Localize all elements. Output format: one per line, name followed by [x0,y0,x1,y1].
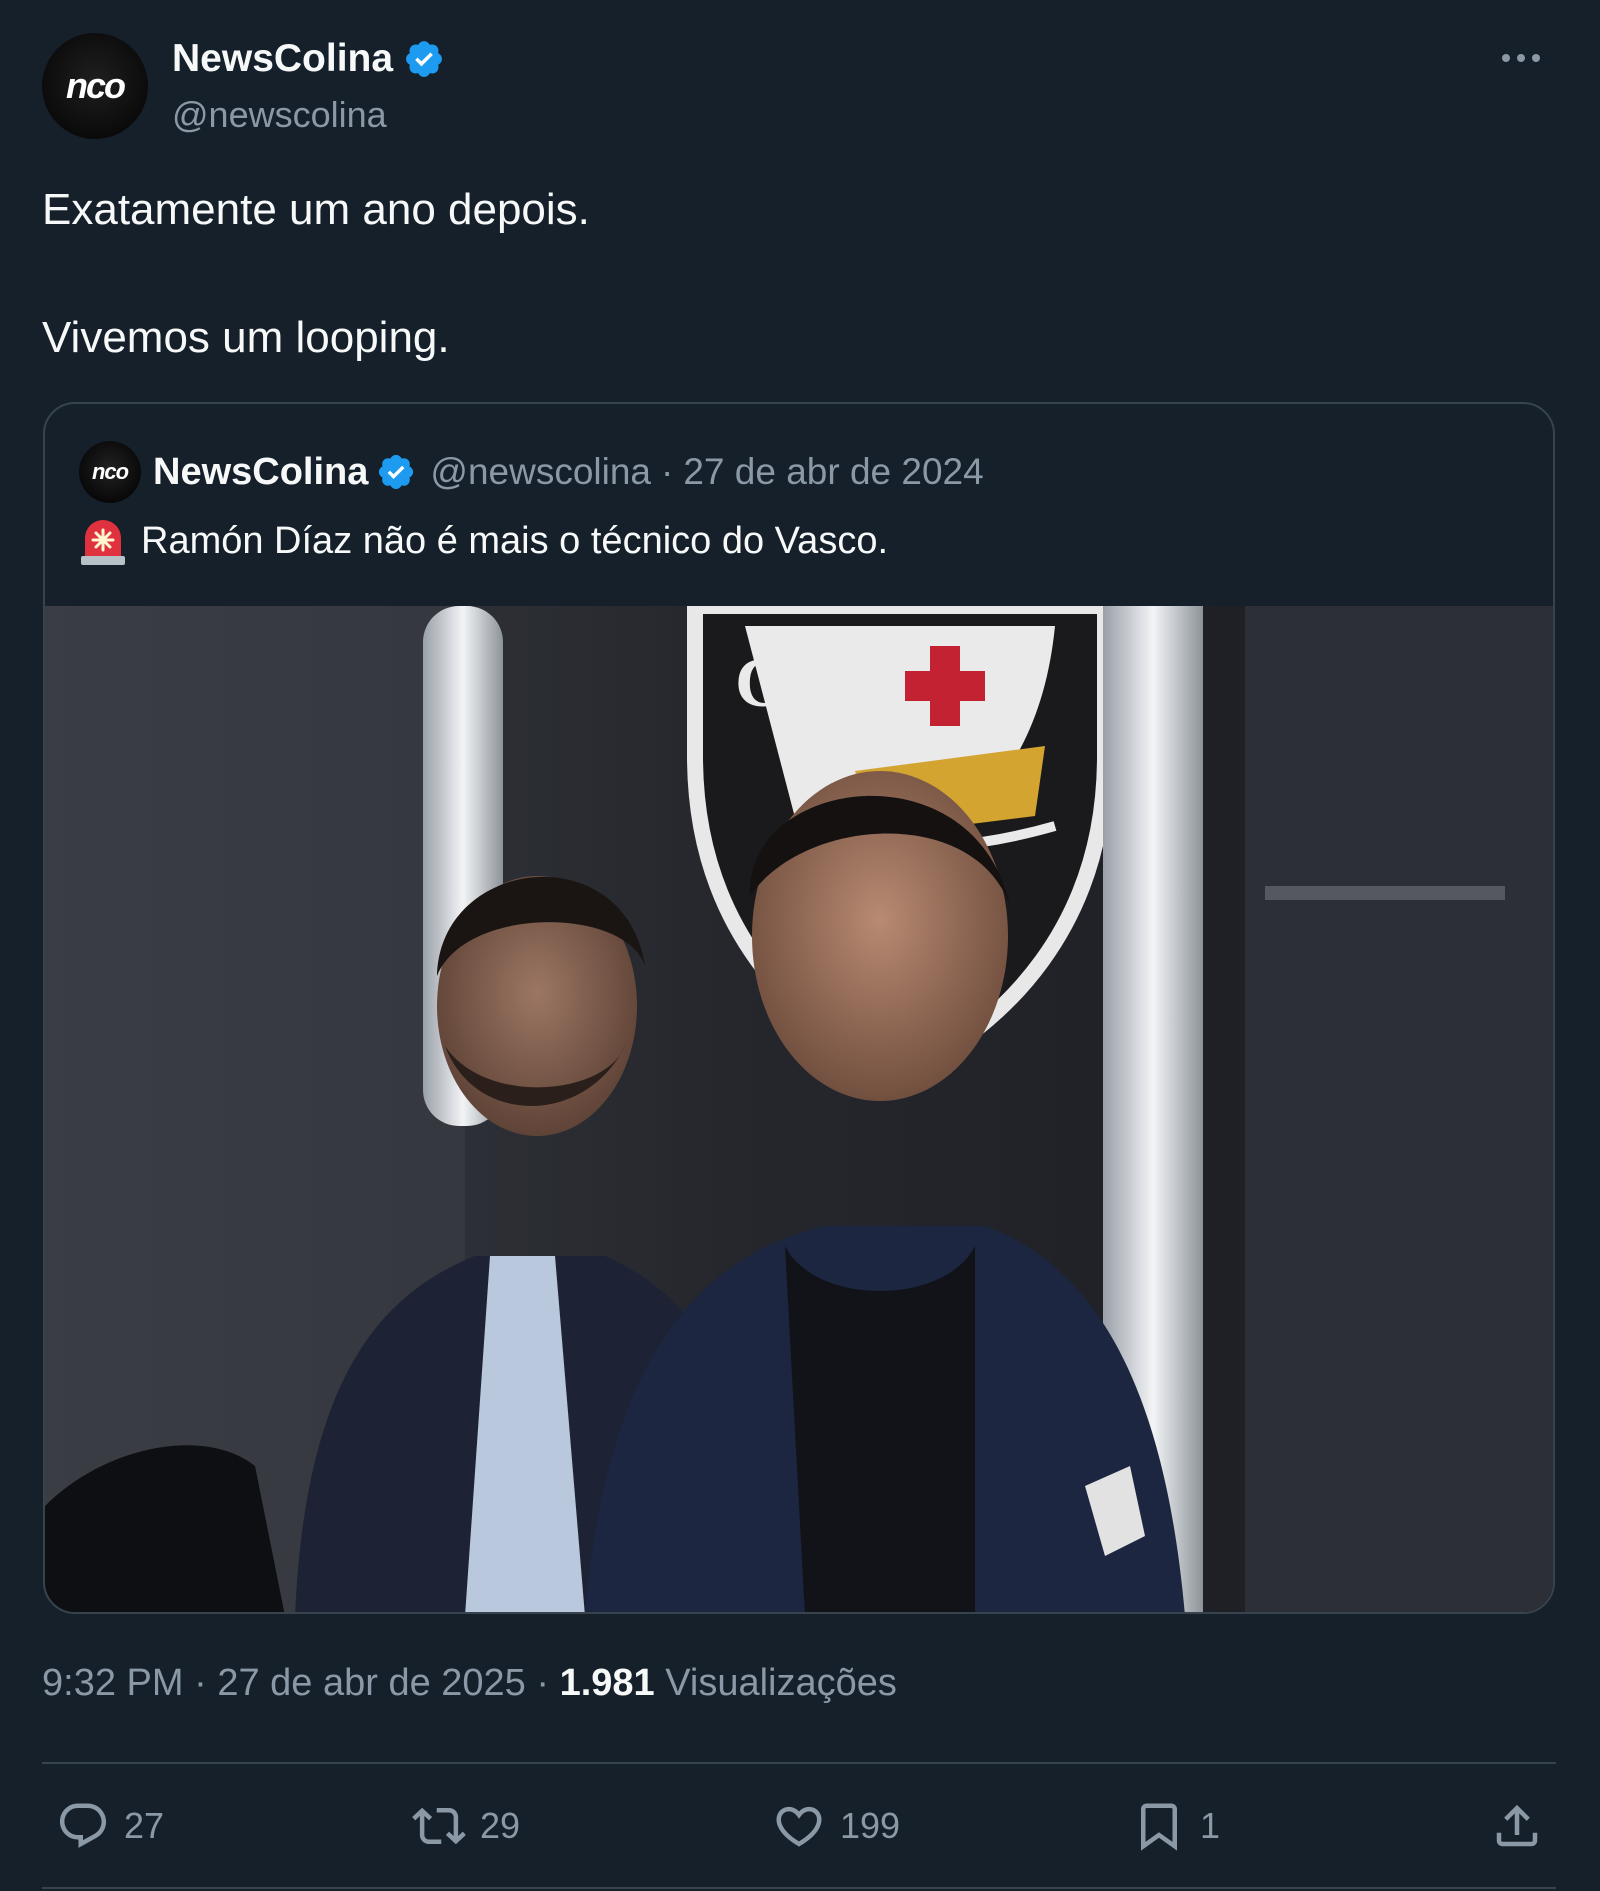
tweet-text: Exatamente um ano depois. Vivemos um loo… [42,178,1542,370]
like-count: 199 [840,1805,901,1846]
more-options-button[interactable] [1497,40,1545,76]
tweet-meta: 9:32 PM · 27 de abr de 2025 · 1.981 Visu… [42,1662,897,1705]
avatar-logo-text: nco [91,459,129,484]
views-count: 1.981 [559,1662,655,1704]
tweet: nco NewsColina @newscolina Exatamente um… [0,0,1600,1891]
author-info: NewsColina @newscolina [172,34,445,136]
retweet-count: 29 [480,1805,521,1846]
avatar-logo-text: nco [65,65,126,106]
tweet-date[interactable]: 27 de abr de 2025 [217,1662,526,1704]
share-icon [1496,1804,1538,1847]
action-bar: 27 29 199 1 [0,1790,1600,1862]
quoted-tweet-date: 27 de abr de 2024 [683,451,984,492]
bookmark-count: 1 [1200,1805,1221,1846]
police-siren-emoji-icon [81,520,125,565]
views-label: Visualizações [665,1662,897,1704]
author-display-name[interactable]: NewsColina [172,37,393,81]
quoted-tweet-card[interactable]: nco NewsColina @newscolina · 27 de abr d… [43,402,1555,1614]
coaches-photo-illustration: CR [45,606,1553,1612]
divider [42,1762,1556,1764]
bookmark-button[interactable]: 1 [1132,1790,1220,1862]
quoted-tweet-header: nco NewsColina @newscolina · 27 de abr d… [79,440,984,504]
quoted-tweet-text: Ramón Díaz não é mais o técnico do Vasco… [141,519,889,562]
verified-badge-icon [406,41,442,77]
share-button[interactable] [1490,1790,1544,1862]
reply-count: 27 [124,1805,165,1846]
tweet-text-line: Vivemos um looping. [42,313,450,362]
heart-icon [776,1806,822,1847]
more-icon [1502,54,1540,62]
author-avatar[interactable]: nco [42,33,148,139]
quoted-author-handle: @newscolina [430,451,651,492]
author-handle[interactable]: @newscolina [172,94,445,136]
verified-badge-icon [379,454,414,490]
tweet-time[interactable]: 9:32 PM [42,1662,184,1704]
separator-dot: · [536,1662,550,1704]
like-button[interactable]: 199 [772,1790,900,1862]
quoted-author-name: NewsColina [153,450,369,493]
separator-dot: · [661,451,674,492]
quoted-tweet-text-row: Ramón Díaz não é mais o técnico do Vasco… [79,516,888,566]
retweet-button[interactable]: 29 [412,1790,520,1862]
bookmark-icon [1141,1803,1177,1851]
quoted-author-avatar: nco [79,441,141,503]
tweet-text-line: Exatamente um ano depois. [42,185,590,234]
svg-text:CR: CR [735,645,838,722]
retweet-icon [412,1807,466,1845]
reply-button[interactable]: 27 [56,1790,164,1862]
separator-dot: · [194,1662,207,1704]
reply-icon [59,1803,107,1848]
quoted-tweet-photo[interactable]: CR [45,606,1553,1612]
divider [42,1887,1556,1889]
